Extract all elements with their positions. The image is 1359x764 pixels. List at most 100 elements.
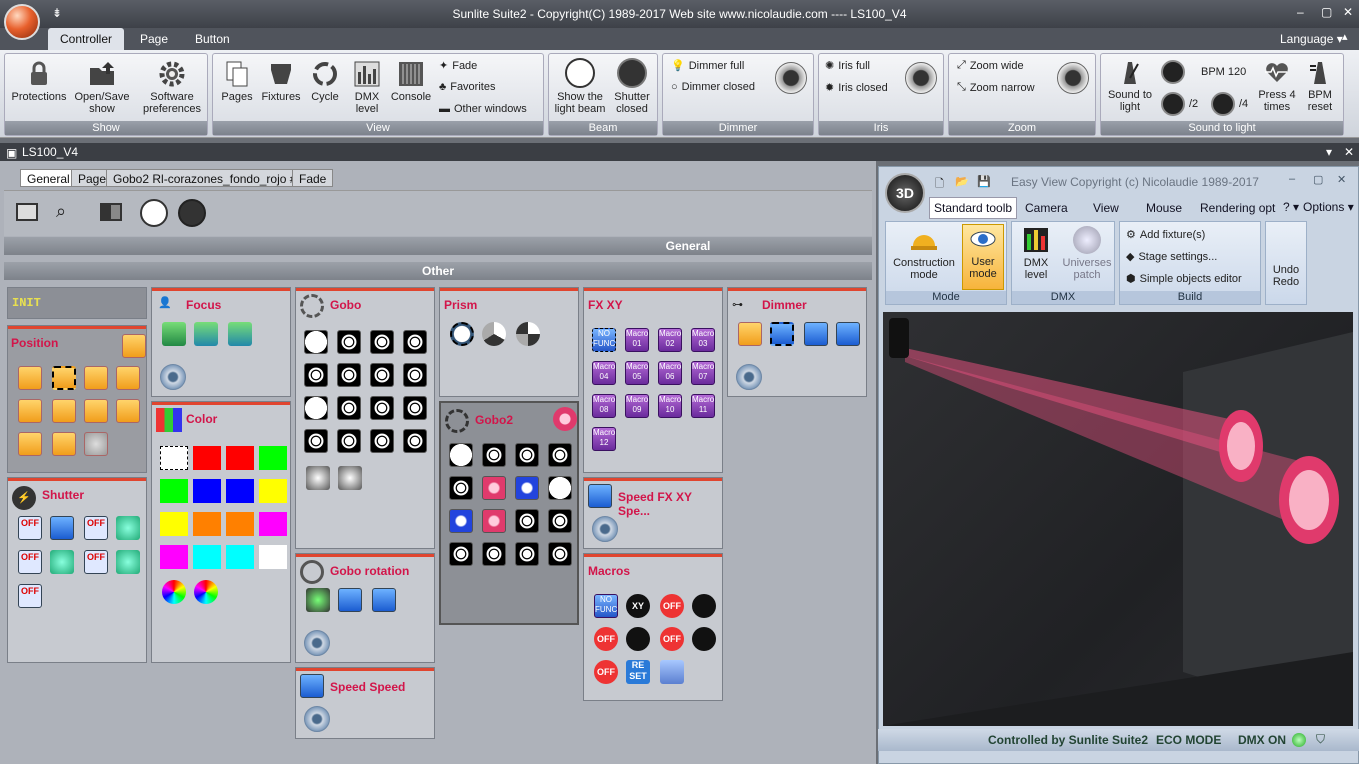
- new-file-icon[interactable]: 🗋: [935, 175, 944, 194]
- gobo2-button[interactable]: [482, 476, 506, 500]
- dimmer-beam-button-3[interactable]: [836, 322, 860, 346]
- position-squiggle-button[interactable]: [18, 399, 42, 423]
- gobo-button[interactable]: [304, 330, 328, 354]
- gobo-button[interactable]: [403, 396, 427, 420]
- gobo-button[interactable]: [370, 396, 394, 420]
- doc-tab-fade[interactable]: Fade: [292, 169, 334, 187]
- color-swatch[interactable]: [160, 545, 188, 569]
- macro-black-button-1[interactable]: [692, 594, 716, 618]
- fx-macro-button[interactable]: Macro 04: [592, 361, 616, 385]
- prism-button-3[interactable]: [516, 322, 540, 346]
- fx-macro-button[interactable]: Macro 09: [625, 394, 649, 418]
- focus-button-3[interactable]: [228, 322, 252, 346]
- gobo-button[interactable]: [403, 363, 427, 387]
- bpm-div4-button[interactable]: [1211, 92, 1235, 116]
- iris-knob[interactable]: [905, 62, 937, 94]
- gobo-button[interactable]: [304, 429, 328, 453]
- zoom-knob[interactable]: [1057, 62, 1089, 94]
- macro-off-button-4[interactable]: OFF: [594, 660, 618, 684]
- macro-off-button-1[interactable]: OFF: [660, 594, 684, 618]
- add-fixture-button[interactable]: ⚙ Add fixture(s): [1126, 228, 1205, 242]
- prism-button-2[interactable]: [482, 322, 506, 346]
- fx-macro-button[interactable]: Macro 03: [691, 328, 715, 352]
- fx-macro-button[interactable]: Macro 10: [658, 394, 682, 418]
- gobo2-button[interactable]: [548, 443, 572, 467]
- shutter-off-button-2[interactable]: OFF: [84, 516, 108, 540]
- color-swatch[interactable]: [193, 545, 221, 569]
- gobo2-button[interactable]: [515, 476, 539, 500]
- dimmer-knob[interactable]: [775, 62, 807, 94]
- color-wheel-button-2[interactable]: [194, 580, 218, 604]
- speed-fx-knob[interactable]: [592, 516, 618, 542]
- undo-redo-button[interactable]: Undo Redo: [1266, 264, 1306, 288]
- bpm-button-1[interactable]: [1161, 60, 1185, 84]
- color-swatch[interactable]: [259, 446, 287, 470]
- color-swatch[interactable]: [259, 479, 287, 503]
- gobo2-button[interactable]: [449, 443, 473, 467]
- gobo2-button[interactable]: [482, 443, 506, 467]
- doc-tab-gobo2[interactable]: Gobo2 Rl-corazones_fondo_rojo #2: [106, 169, 311, 187]
- color-swatch[interactable]: [193, 512, 221, 536]
- sound-to-light-button[interactable]: Sound to light: [1103, 58, 1157, 113]
- color-swatch[interactable]: [226, 479, 254, 503]
- simple-objects-button[interactable]: ⬢ Simple objects editor: [1126, 272, 1242, 286]
- shutter-cycle-button-2[interactable]: [50, 550, 74, 574]
- position-wave-button[interactable]: [116, 366, 140, 390]
- gobo-button[interactable]: [337, 429, 361, 453]
- fixtures-button[interactable]: Fixtures: [259, 60, 303, 103]
- fx-macro-button[interactable]: NO FUNC: [592, 328, 616, 352]
- 3d-viewport[interactable]: [883, 312, 1353, 726]
- focus-button-2[interactable]: [194, 322, 218, 346]
- shutter-off-button-5[interactable]: OFF: [18, 584, 42, 608]
- evtab-help[interactable]: ? ▾: [1283, 200, 1299, 214]
- gobo-button[interactable]: [403, 330, 427, 354]
- gobo-button[interactable]: [403, 429, 427, 453]
- stage-settings-button[interactable]: ◆ Stage settings...: [1126, 250, 1217, 264]
- evtab-standard-toolbar[interactable]: Standard toolb: [929, 197, 1018, 219]
- gobo-button[interactable]: [370, 363, 394, 387]
- gobo2-button[interactable]: [515, 509, 539, 533]
- position-speaker-button[interactable]: [84, 432, 108, 456]
- evtab-mouse[interactable]: Mouse: [1146, 201, 1182, 215]
- easyview-minimize-icon[interactable]: –: [1289, 173, 1295, 185]
- color-swatch[interactable]: [160, 479, 188, 503]
- gobo-button[interactable]: [370, 429, 394, 453]
- press-4-times-button[interactable]: Press 4 times: [1257, 58, 1297, 113]
- ev-dmx-level-button[interactable]: DMX level: [1014, 226, 1058, 281]
- doc-menu-icon[interactable]: ▾: [1326, 145, 1332, 159]
- quick-access-icon[interactable]: ⇟: [52, 6, 62, 20]
- color-swatch[interactable]: [193, 446, 221, 470]
- evtab-view[interactable]: View: [1093, 201, 1119, 215]
- position-loop-button[interactable]: [84, 366, 108, 390]
- color-swatch[interactable]: [226, 446, 254, 470]
- fade-button[interactable]: ✦ Fade: [439, 59, 477, 73]
- open-save-button[interactable]: Open/Save show: [69, 60, 135, 115]
- console-button[interactable]: Console: [389, 60, 433, 103]
- universes-patch-button[interactable]: Universes patch: [1060, 226, 1114, 281]
- search-icon[interactable]: ⌕: [56, 201, 66, 222]
- position-double-vertical-button[interactable]: [52, 432, 76, 456]
- position-eight-button[interactable]: [52, 399, 76, 423]
- fx-macro-button[interactable]: Macro 06: [658, 361, 682, 385]
- color-swatch[interactable]: [226, 512, 254, 536]
- ribbon-collapse-icon[interactable]: ▴: [1342, 30, 1348, 43]
- dimmer-beam-button-2[interactable]: [804, 322, 828, 346]
- show-light-beam-button[interactable]: Show the light beam: [553, 58, 607, 115]
- minimize-icon[interactable]: –: [1297, 5, 1304, 19]
- evtab-rendering[interactable]: Rendering opt: [1200, 201, 1275, 215]
- macro-black-button-3[interactable]: [692, 627, 716, 651]
- zoom-narrow-button[interactable]: ⤡ Zoom narrow: [957, 81, 1035, 94]
- dmx-level-button[interactable]: DMX level: [347, 60, 387, 115]
- maximize-icon[interactable]: ▢: [1321, 5, 1332, 19]
- position-vertical-button[interactable]: [18, 432, 42, 456]
- white-beam-button[interactable]: [140, 199, 168, 227]
- cycle-button[interactable]: Cycle: [307, 60, 343, 103]
- gobo-rotation-button-3[interactable]: [372, 588, 396, 612]
- speed-speed-knob[interactable]: [304, 706, 330, 732]
- gobo2-button[interactable]: [482, 509, 506, 533]
- gobo-rotation-button-1[interactable]: [306, 588, 330, 612]
- gobo2-button[interactable]: [548, 542, 572, 566]
- iris-full-button[interactable]: ✺ Iris full: [825, 59, 870, 73]
- fx-macro-button[interactable]: Macro 02: [658, 328, 682, 352]
- dimmer-ramp-button[interactable]: [738, 322, 762, 346]
